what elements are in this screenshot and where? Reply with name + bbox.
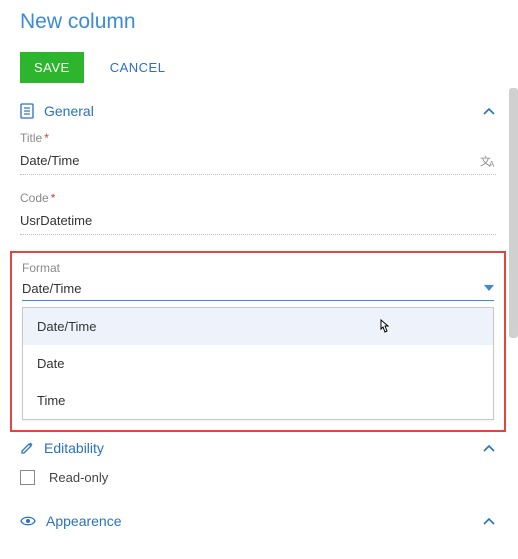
section-label-general: General: [44, 103, 94, 119]
readonly-checkbox[interactable]: [20, 470, 35, 485]
page-title: New column: [20, 10, 496, 34]
chevron-up-icon[interactable]: [482, 517, 496, 527]
code-input[interactable]: [20, 211, 496, 230]
pencil-icon: [20, 441, 34, 455]
section-label-appearance: Appearence: [46, 513, 122, 529]
field-code-label: Code*: [20, 191, 496, 205]
field-title: Title* 文A: [20, 131, 496, 175]
chevron-up-icon[interactable]: [482, 444, 496, 454]
field-readonly: Read-only: [20, 470, 496, 485]
format-highlight-box: Format Date/Time Date/Time Date Time: [10, 251, 506, 432]
field-format-label: Format: [22, 261, 494, 275]
document-icon: [20, 103, 34, 119]
required-marker: *: [51, 191, 56, 205]
eye-icon: [20, 515, 36, 527]
title-input[interactable]: [20, 151, 480, 170]
format-select[interactable]: Date/Time: [22, 281, 494, 301]
caret-down-icon: [484, 285, 494, 292]
section-label-editability: Editability: [44, 440, 104, 456]
format-option-date[interactable]: Date: [23, 345, 493, 382]
svg-text:A: A: [489, 160, 495, 168]
readonly-label: Read-only: [49, 470, 108, 485]
format-option-datetime[interactable]: Date/Time: [23, 308, 493, 345]
format-option-time[interactable]: Time: [23, 382, 493, 419]
save-button[interactable]: SAVE: [20, 52, 84, 83]
format-select-value: Date/Time: [22, 281, 484, 296]
field-title-label: Title*: [20, 131, 496, 145]
section-header-general[interactable]: General: [20, 103, 496, 119]
cancel-button[interactable]: CANCEL: [104, 59, 172, 76]
section-header-editability[interactable]: Editability: [20, 440, 496, 456]
chevron-up-icon[interactable]: [482, 107, 496, 117]
format-dropdown: Date/Time Date Time: [22, 307, 494, 420]
field-code: Code*: [20, 191, 496, 235]
pointer-cursor-icon: [375, 318, 393, 343]
section-header-appearance[interactable]: Appearence: [20, 513, 496, 529]
scrollbar-thumb[interactable]: [509, 88, 518, 338]
translate-icon[interactable]: 文A: [480, 154, 496, 168]
action-bar: SAVE CANCEL: [20, 52, 496, 83]
required-marker: *: [44, 131, 49, 145]
